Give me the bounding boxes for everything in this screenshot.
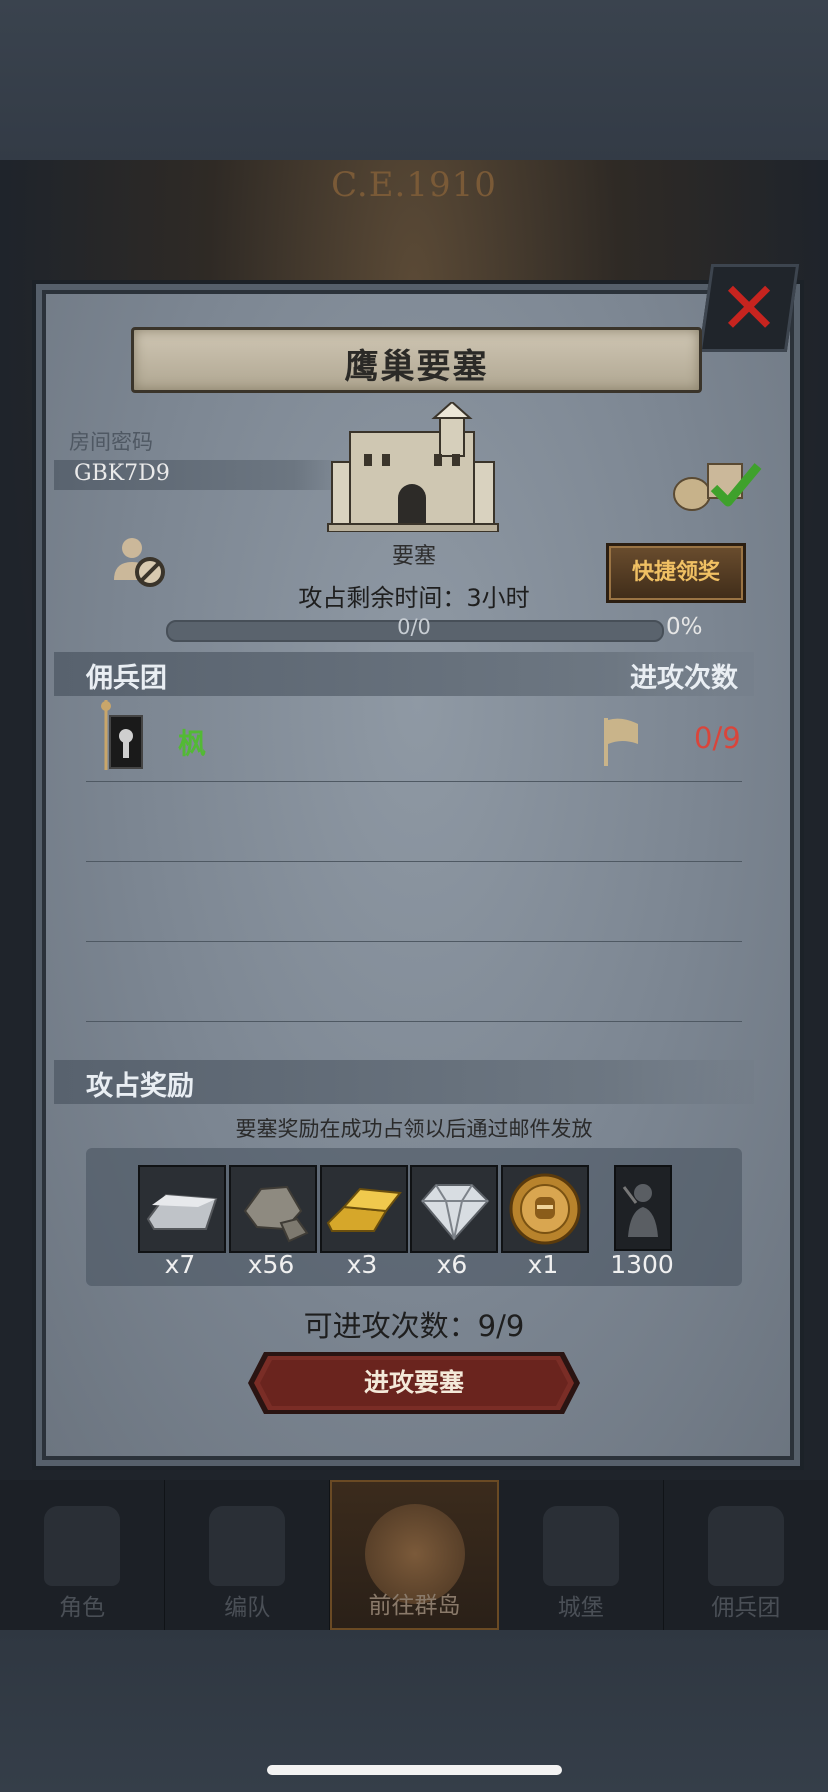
nav-item-castle[interactable]: 城堡 <box>499 1480 664 1630</box>
ore-icon <box>243 1185 309 1243</box>
nav-item-islands[interactable]: 前往群岛 <box>330 1480 499 1630</box>
troops-card-icon[interactable] <box>614 1165 672 1251</box>
time-left-text: 攻占剩余时间：3小时 <box>298 584 530 612</box>
progress-text: 0/0 <box>397 615 431 639</box>
reward-count-diamond: x6 <box>436 1250 468 1279</box>
reward-count-silver: x7 <box>164 1250 196 1279</box>
mercenary-name: 枫 <box>178 727 207 760</box>
close-icon: ✕ <box>718 266 780 350</box>
era-text: C.E.1910 <box>331 165 497 205</box>
formation-icon <box>209 1506 286 1586</box>
attacks-header: 进攻次数 <box>630 663 738 694</box>
fortress-icon <box>327 402 499 532</box>
flag-icon <box>604 718 638 766</box>
row-divider <box>86 781 742 782</box>
mercenary-icon <box>707 1506 784 1586</box>
row-divider <box>86 941 742 942</box>
progress-percent: 0% <box>666 614 703 640</box>
attacks-available-text: 可进攻次数：9/9 <box>303 1309 525 1343</box>
reward-count-troops: 1300 <box>610 1250 674 1279</box>
reward-section-title: 攻占奖励 <box>86 1071 194 1102</box>
mercenary-banner-icon <box>101 700 143 770</box>
row-divider <box>86 861 742 862</box>
mercenary-section-title: 佣兵团 <box>86 663 167 694</box>
row-divider <box>86 1021 742 1022</box>
diamond-icon <box>420 1184 490 1241</box>
nav-label-castle: 城堡 <box>557 1595 604 1621</box>
nav-label-mercenary: 佣兵团 <box>711 1595 781 1621</box>
close-button[interactable]: ✕ <box>698 264 800 352</box>
gold-bars-icon <box>326 1187 402 1232</box>
bottom-nav: 角色 编队 前往群岛 城堡 佣兵团 <box>0 1480 828 1630</box>
warrior-silhouette-icon <box>622 1184 658 1237</box>
character-icon <box>44 1506 121 1586</box>
nav-label-formation: 编队 <box>224 1595 271 1621</box>
nav-item-character[interactable]: 角色 <box>0 1480 166 1630</box>
reward-count-medal: x1 <box>527 1250 559 1279</box>
reward-item-silver[interactable] <box>138 1165 226 1253</box>
loot-check-icon[interactable] <box>672 454 764 512</box>
reward-count-gold: x3 <box>346 1250 378 1279</box>
attack-fortress-button-label[interactable]: 进攻要塞 <box>248 1352 580 1414</box>
reward-item-medal[interactable] <box>501 1165 589 1253</box>
attack-count: 0/9 <box>694 721 741 755</box>
reward-item-diamond[interactable] <box>410 1165 498 1253</box>
room-code-label: 房间密码 <box>69 430 153 454</box>
title-banner: 鹰巢要塞 <box>131 327 702 393</box>
reward-count-ore: x56 <box>247 1250 295 1279</box>
silver-ingot-icon <box>146 1193 218 1230</box>
room-code: GBK7D9 <box>74 461 170 486</box>
reward-note: 要塞奖励在成功占领以后通过邮件发放 <box>235 1117 593 1141</box>
modal-title: 鹰巢要塞 <box>344 347 489 387</box>
reward-item-ore[interactable] <box>229 1165 317 1253</box>
nav-item-mercenary[interactable]: 佣兵团 <box>664 1480 828 1630</box>
status-area <box>0 0 828 160</box>
nav-label-islands: 前往群岛 <box>368 1593 461 1619</box>
reward-item-gold[interactable] <box>320 1165 408 1253</box>
nav-label-character: 角色 <box>59 1595 106 1621</box>
knight-medal-icon <box>509 1173 581 1245</box>
castle-nav-icon <box>542 1506 619 1586</box>
home-indicator[interactable] <box>267 1765 562 1775</box>
nav-item-formation[interactable]: 编队 <box>165 1480 331 1630</box>
